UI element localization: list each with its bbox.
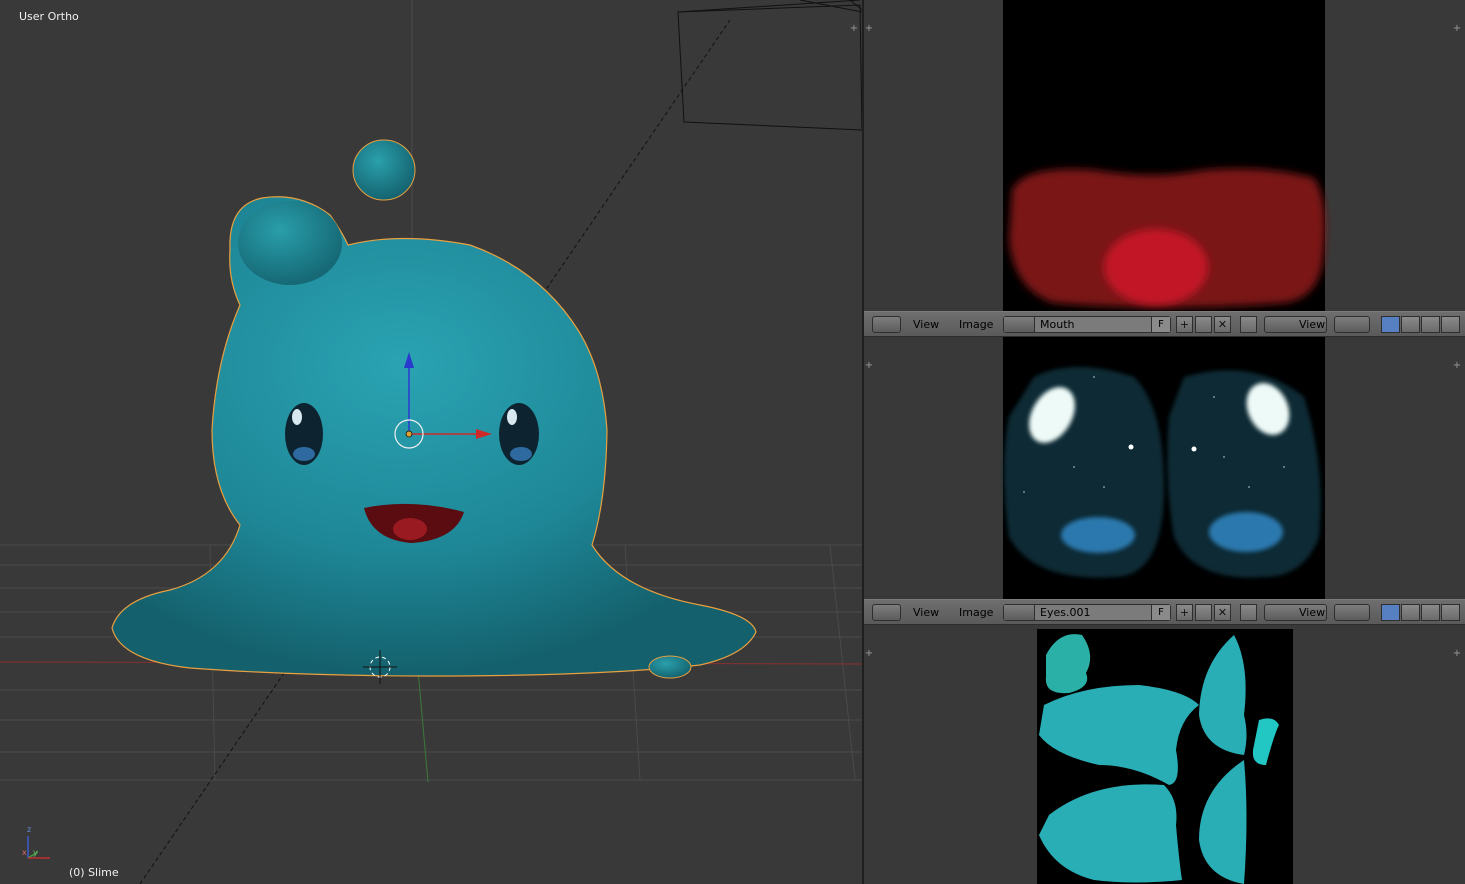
image-editor-uv[interactable]: + + xyxy=(864,625,1465,884)
record-icon[interactable] xyxy=(1441,316,1460,333)
pivot-point-select[interactable] xyxy=(1334,316,1370,333)
axis-x-label: x xyxy=(22,848,27,857)
view-mode-select[interactable]: View xyxy=(1264,316,1327,333)
image-name-field[interactable]: Eyes.001 xyxy=(1035,605,1151,620)
camera-object[interactable] xyxy=(677,0,862,131)
uv-texture-canvas[interactable] xyxy=(864,625,1465,884)
axis-z-label: z xyxy=(27,825,32,834)
menu-image[interactable]: Image xyxy=(959,606,993,619)
mouth-texture-canvas[interactable] xyxy=(864,0,1465,311)
area-corner-plus-icon[interactable]: + xyxy=(1452,24,1462,34)
area-corner-plus-icon[interactable]: + xyxy=(849,24,859,34)
fake-user-button[interactable]: F xyxy=(1151,605,1170,620)
area-corner-plus-icon[interactable]: + xyxy=(864,649,874,659)
pin-icon[interactable] xyxy=(1240,316,1257,333)
browse-image-button[interactable] xyxy=(1004,605,1035,620)
new-image-icon[interactable]: + xyxy=(1176,316,1193,333)
viewport-canvas[interactable] xyxy=(0,0,862,884)
unlink-image-icon[interactable]: ✕ xyxy=(1214,316,1231,333)
editor-type-button[interactable] xyxy=(872,604,901,621)
menu-view[interactable]: View xyxy=(913,318,939,331)
alpha-display-icon[interactable] xyxy=(1381,604,1400,621)
open-image-icon[interactable] xyxy=(1195,316,1212,333)
view-mode-select[interactable]: View xyxy=(1264,604,1327,621)
alpha-display-icon[interactable] xyxy=(1381,316,1400,333)
menu-view[interactable]: View xyxy=(913,606,939,619)
pin-icon[interactable] xyxy=(1240,604,1257,621)
3d-viewport[interactable]: User Ortho (0) Slime z y x + xyxy=(0,0,862,884)
image-editor-header: View Image Eyes.001 F + ✕ View xyxy=(864,599,1465,625)
checker-icon[interactable] xyxy=(1401,604,1420,621)
unlink-image-icon[interactable]: ✕ xyxy=(1214,604,1231,621)
editor-type-button[interactable] xyxy=(872,316,901,333)
image-selector[interactable]: Eyes.001 F xyxy=(1003,604,1171,621)
image-selector[interactable]: Mouth F xyxy=(1003,316,1171,333)
image-editor-mouth[interactable]: + + xyxy=(864,0,1465,311)
area-corner-plus-icon[interactable]: + xyxy=(864,361,874,371)
slime-object[interactable] xyxy=(111,196,757,677)
slime-drop-top[interactable] xyxy=(352,139,416,201)
new-image-icon[interactable]: + xyxy=(1176,604,1193,621)
slime-drop-floor[interactable] xyxy=(648,655,692,679)
view-label: User Ortho xyxy=(19,10,79,23)
axis-widget xyxy=(27,836,50,859)
area-corner-plus-icon[interactable]: + xyxy=(1452,649,1462,659)
area-corner-plus-icon[interactable]: + xyxy=(1452,361,1462,371)
menu-image[interactable]: Image xyxy=(959,318,993,331)
open-image-icon[interactable] xyxy=(1195,604,1212,621)
image-editor-eyes[interactable]: + + xyxy=(864,337,1465,599)
curve-icon[interactable] xyxy=(1421,316,1440,333)
area-corner-plus-icon[interactable]: + xyxy=(864,24,874,34)
eyes-texture-canvas[interactable] xyxy=(864,337,1465,599)
record-icon[interactable] xyxy=(1441,604,1460,621)
curve-icon[interactable] xyxy=(1421,604,1440,621)
browse-image-button[interactable] xyxy=(1004,317,1035,332)
fake-user-button[interactable]: F xyxy=(1151,317,1170,332)
axis-y-label: y xyxy=(33,848,38,857)
pivot-point-select[interactable] xyxy=(1334,604,1370,621)
active-object-label: (0) Slime xyxy=(69,866,119,879)
image-editor-header: View Image Mouth F + ✕ View xyxy=(864,311,1465,337)
y-axis-line xyxy=(417,669,429,783)
image-name-field[interactable]: Mouth xyxy=(1035,317,1151,332)
checker-icon[interactable] xyxy=(1401,316,1420,333)
